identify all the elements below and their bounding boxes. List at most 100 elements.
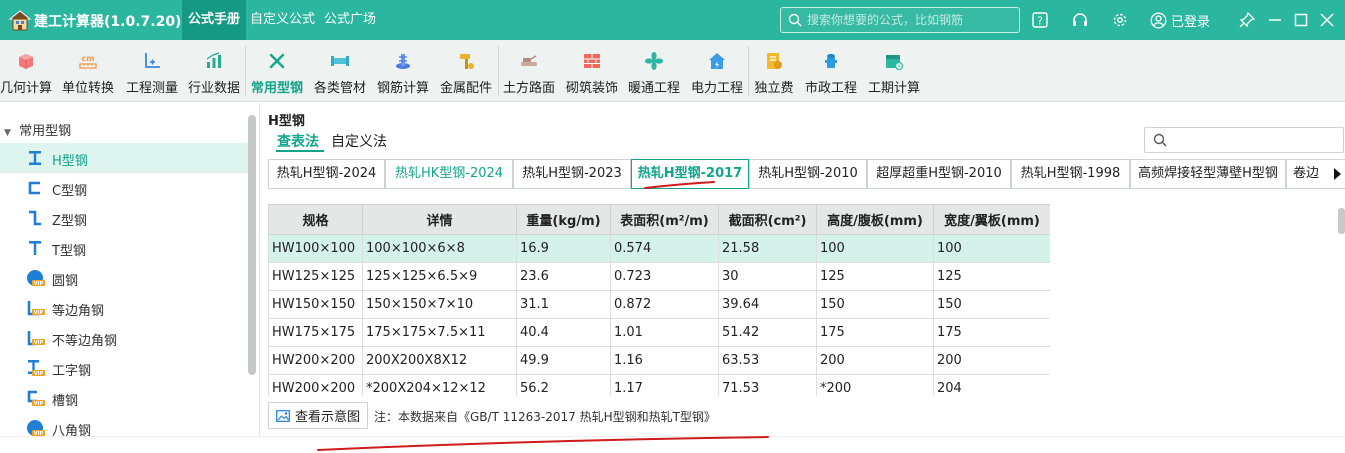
tool-hvac[interactable]: 暖通工程 bbox=[624, 40, 684, 102]
tool-unit-convert[interactable]: cm 单位转换 bbox=[59, 40, 117, 102]
tool-earthwork[interactable]: 土方路面 bbox=[500, 40, 558, 102]
table-row[interactable]: HW100×100 100×100×6×8 16.9 0.574 21.58 100 100 bbox=[268, 234, 1050, 263]
bottom-strip bbox=[0, 436, 1345, 453]
col-weight: 重量(kg/m) bbox=[516, 204, 611, 235]
svg-text:VIP: VIP bbox=[34, 401, 44, 407]
tool-survey[interactable]: 工程测量 bbox=[123, 40, 181, 102]
h-beam-icon bbox=[29, 151, 41, 165]
table-row[interactable]: HW150×150 150×150×7×10 31.1 0.872 39.64 150 15… bbox=[268, 290, 1050, 319]
table-header-row: 规格 详情 重量(kg/m) 表面积(m²/m) 截面积(cm²) 高度/腹板(… bbox=[268, 204, 1050, 235]
tree-item-round-steel[interactable]: VIP 圆钢 bbox=[0, 263, 248, 293]
angle-equal-vip-icon: VIP bbox=[27, 301, 45, 316]
t-section-icon bbox=[29, 241, 41, 255]
app-title: 建工计算器(1.0.7.20) bbox=[34, 14, 182, 30]
cm-ruler-icon: cm bbox=[79, 54, 97, 69]
pin-icon[interactable] bbox=[1238, 11, 1256, 29]
col-width-flange: 宽度/翼板(mm) bbox=[933, 204, 1050, 235]
c-channel-icon bbox=[28, 181, 40, 195]
tool-duration[interactable]: 工期计算 bbox=[864, 40, 924, 102]
table-row[interactable]: HW200×200 *200X204×12×12 56.2 1.17 71.53 *200… bbox=[268, 374, 1050, 396]
caret-right-icon bbox=[1334, 168, 1341, 180]
tab-extra-thick-h-2010[interactable]: 超厚超重H型钢-2010 bbox=[867, 159, 1011, 189]
tab-hot-rolled-h-2017[interactable]: 热轧H型钢-2017 bbox=[631, 159, 749, 189]
nav-tab-formula-square[interactable]: 公式广场 bbox=[318, 0, 382, 40]
tool-industry-data[interactable]: 行业数据 bbox=[185, 40, 243, 102]
page-title: H型钢 bbox=[268, 114, 305, 129]
toolbar-separator bbox=[245, 46, 246, 96]
rebar-icon bbox=[396, 54, 410, 69]
tree-item-equal-angle[interactable]: VIP 等边角钢 bbox=[0, 293, 248, 323]
svg-text:?: ? bbox=[1037, 15, 1043, 28]
user-icon bbox=[1150, 12, 1167, 29]
table-search-input[interactable] bbox=[1173, 128, 1341, 152]
tool-municipal[interactable]: 市政工程 bbox=[802, 40, 860, 102]
login-label: 已登录 bbox=[1171, 15, 1211, 30]
global-search-input[interactable] bbox=[807, 8, 1015, 32]
hammer-icon bbox=[460, 54, 474, 69]
tool-rebar[interactable]: 钢筋计算 bbox=[373, 40, 433, 102]
toolbar-separator bbox=[498, 46, 499, 96]
panel-divider bbox=[259, 103, 260, 436]
wrench-cross-icon bbox=[269, 53, 285, 69]
tree-item-t-steel[interactable]: T型钢 bbox=[0, 233, 248, 263]
headset-icon[interactable] bbox=[1071, 11, 1089, 29]
tab-welded-thin-h[interactable]: 高频焊接轻型薄壁H型钢 bbox=[1130, 159, 1286, 189]
maximize-icon[interactable] bbox=[1292, 11, 1310, 29]
tool-masonry[interactable]: 砌筑装饰 bbox=[562, 40, 622, 102]
power-house-icon bbox=[709, 53, 725, 69]
svg-text:VIP: VIP bbox=[34, 371, 44, 377]
minimize-icon[interactable] bbox=[1266, 11, 1284, 29]
svg-text:cm: cm bbox=[81, 54, 94, 63]
tab-table-lookup[interactable]: 查表法 bbox=[277, 131, 319, 151]
help-icon[interactable]: ? bbox=[1031, 11, 1049, 29]
tool-geometry[interactable]: 几何计算 bbox=[0, 40, 52, 102]
tree-item-i-beam[interactable]: VIP 工字钢 bbox=[0, 353, 248, 383]
tree-root-common-steel[interactable]: ▼ 常用型钢 bbox=[4, 120, 71, 139]
close-icon[interactable] bbox=[1318, 11, 1336, 29]
tool-metal-parts[interactable]: 金属配件 bbox=[436, 40, 496, 102]
tool-common-steel[interactable]: 常用型钢 bbox=[248, 40, 306, 102]
login-status[interactable]: 已登录 bbox=[1150, 11, 1210, 30]
tree-item-z-steel[interactable]: Z型钢 bbox=[0, 203, 248, 233]
active-tab-indicator bbox=[276, 150, 324, 152]
table-row[interactable]: HW175×175 175×175×7.5×11 40.4 1.01 51.42 175 1… bbox=[268, 318, 1050, 347]
standard-tabs: 热轧H型钢-2024 热轧HK型钢-2024 热轧H型钢-2023 热轧H型钢-… bbox=[268, 159, 1345, 189]
nav-tab-formula-manual[interactable]: 公式手册 bbox=[182, 0, 247, 40]
nav-tab-custom-formula[interactable]: 自定义公式 bbox=[244, 0, 321, 40]
cube-icon bbox=[19, 54, 33, 69]
tab-hot-rolled-h-2023[interactable]: 热轧H型钢-2023 bbox=[513, 159, 631, 189]
tool-power[interactable]: 电力工程 bbox=[688, 40, 746, 102]
tool-pipes[interactable]: 各类管材 bbox=[310, 40, 370, 102]
tab-custom-method[interactable]: 自定义法 bbox=[331, 131, 387, 151]
tree-item-channel[interactable]: VIP 槽钢 bbox=[0, 383, 248, 413]
caret-down-icon: ▼ bbox=[4, 128, 11, 138]
fee-icon bbox=[767, 53, 782, 69]
table-row[interactable]: HW125×125 125×125×6.5×9 23.6 0.723 30 125 125 bbox=[268, 262, 1050, 291]
global-search[interactable] bbox=[780, 7, 1020, 33]
table-row[interactable]: HW200×200 200X200X8X12 49.9 1.16 63.53 200 200 bbox=[268, 346, 1050, 375]
calendar-icon bbox=[886, 55, 904, 71]
tab-hot-rolled-hk-2024[interactable]: 热轧HK型钢-2024 bbox=[385, 159, 513, 189]
tool-independent-fee[interactable]: 独立费 bbox=[751, 40, 797, 102]
search-icon bbox=[1153, 133, 1167, 147]
col-height-web: 高度/腹板(mm) bbox=[816, 204, 934, 235]
steel-data-table: 规格 详情 重量(kg/m) 表面积(m²/m) 截面积(cm²) 高度/腹板(… bbox=[268, 204, 1050, 396]
octagon-vip-icon: VIP bbox=[27, 420, 45, 437]
tree-item-unequal-angle[interactable]: VIP 不等边角钢 bbox=[0, 323, 248, 353]
bar-chart-icon bbox=[206, 52, 221, 68]
tree-scrollbar[interactable] bbox=[248, 115, 256, 375]
tab-scroll-right-arrow[interactable] bbox=[1329, 160, 1345, 188]
gear-icon[interactable] bbox=[1111, 11, 1129, 29]
pipe-icon bbox=[331, 56, 349, 66]
tree-item-c-steel[interactable]: C型钢 bbox=[0, 173, 248, 203]
tab-hot-rolled-h-2024[interactable]: 热轧H型钢-2024 bbox=[268, 159, 385, 189]
tree-item-h-steel[interactable]: H型钢 bbox=[0, 143, 248, 173]
col-spec: 规格 bbox=[268, 204, 363, 235]
table-search[interactable] bbox=[1144, 127, 1344, 153]
tab-hot-rolled-h-2010[interactable]: 热轧H型钢-2010 bbox=[749, 159, 867, 189]
channel-vip-icon: VIP bbox=[27, 390, 45, 407]
fan-icon bbox=[645, 52, 663, 70]
main-scrollbar[interactable] bbox=[1338, 208, 1345, 234]
view-diagram-button[interactable]: 查看示意图 bbox=[268, 402, 368, 429]
tab-hot-rolled-h-1998[interactable]: 热轧H型钢-1998 bbox=[1011, 159, 1130, 189]
